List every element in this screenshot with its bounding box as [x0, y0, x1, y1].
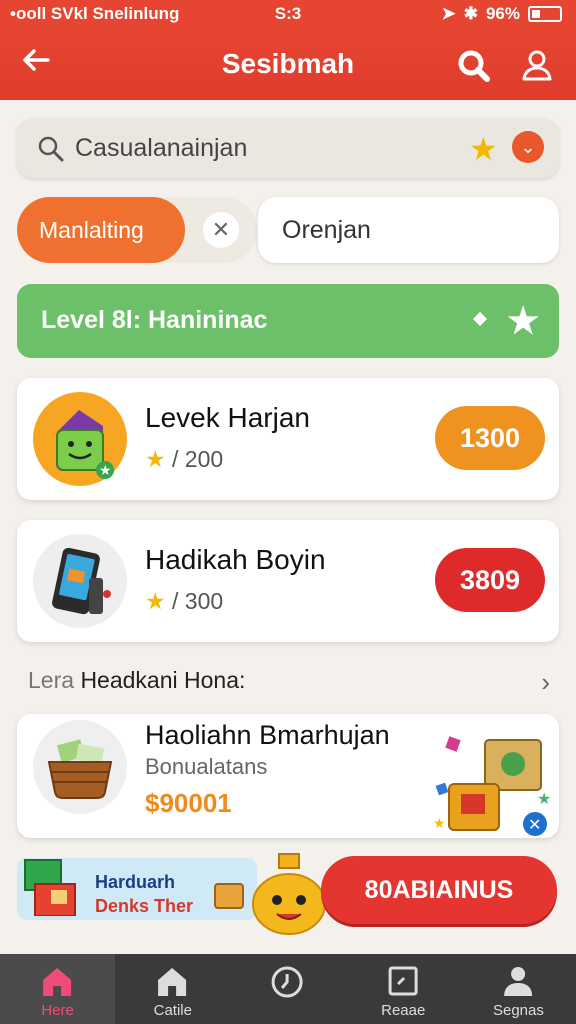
promo-line-1: Harduarh	[95, 872, 176, 892]
house-icon	[158, 968, 187, 996]
search-icon	[458, 50, 490, 82]
home-icon	[43, 968, 72, 996]
chevron-right-icon: ›	[541, 667, 550, 697]
bluetooth-icon: ✱	[463, 4, 478, 23]
section-title: Headkani Hona:	[80, 667, 246, 693]
avatar: ★	[33, 392, 127, 486]
nav-label: Here	[41, 1002, 74, 1019]
item-name: Levek Harjan	[145, 402, 310, 433]
list-item[interactable]: ★ Levek Harjan ★ / 200 1300	[17, 378, 559, 500]
search-bar[interactable]: Casualanainjan ★	[17, 118, 559, 178]
section-prefix: Lera	[28, 667, 75, 693]
status-icons: ➤ ✱ 96%	[441, 4, 562, 24]
battery-icon	[528, 6, 562, 22]
avatar	[33, 534, 127, 628]
status-bar: •ooll SVkl Snelinlung S:3 ➤ ✱ 96%	[0, 0, 576, 30]
rating-value: / 200	[172, 446, 224, 472]
price-button[interactable]: 3809	[435, 548, 545, 612]
app-bar: Sesibmah	[0, 30, 576, 100]
active-filter-label: Manlalting	[17, 197, 185, 263]
gift-subtitle: Bonualatans	[145, 754, 268, 779]
promo-line-2: Denks Ther	[95, 896, 194, 916]
svg-text:★: ★	[99, 462, 112, 478]
secondary-filter-chip[interactable]: Orenjan	[258, 197, 559, 263]
chevron-down-icon: ⌄	[520, 137, 536, 157]
basket-icon	[47, 739, 113, 799]
star-icon: ★	[145, 588, 166, 614]
close-icon[interactable]: ✕	[203, 212, 239, 248]
avatar	[33, 720, 127, 814]
star-icon: ★	[145, 446, 166, 472]
person-icon	[503, 967, 532, 996]
mascot-icon: ★	[56, 410, 114, 479]
profile-button[interactable]	[520, 48, 554, 87]
nav-label: Reaae	[381, 1002, 426, 1019]
list-item[interactable]: Hadikah Boyin ★ / 300 3809	[17, 520, 559, 642]
square-icon	[388, 966, 418, 996]
item-rating: ★ / 200	[145, 446, 223, 473]
promo-card[interactable]: Harduarh Denks Ther	[17, 858, 257, 920]
promo-button[interactable]: 80ABIAINUS	[321, 856, 557, 924]
svg-text:★: ★	[537, 791, 551, 808]
svg-text:★: ★	[433, 815, 446, 831]
sparkle-icon	[472, 311, 488, 327]
gift-price: $90001	[145, 788, 232, 818]
promo-banner[interactable]: Harduarh Denks Ther 80ABIAINUS	[17, 852, 559, 935]
gift-name: Haoliahn Bmarhujan	[145, 720, 390, 750]
search-input[interactable]: Casualanainjan	[75, 134, 247, 163]
clock-icon	[272, 966, 304, 998]
active-filter-chip[interactable]: Manlalting ✕	[17, 197, 257, 263]
svg-text:✕: ✕	[528, 817, 541, 834]
location-icon: ➤	[441, 4, 456, 23]
rating-value: / 300	[172, 588, 224, 614]
dropdown-button[interactable]: ⌄	[512, 131, 544, 163]
nav-label: Catile	[153, 1002, 192, 1019]
nav-item-segnas[interactable]: Segnas	[461, 954, 576, 1024]
star-icon: ★	[507, 300, 540, 341]
search-button[interactable]	[456, 48, 492, 89]
item-name: Hadikah Boyin	[145, 544, 326, 575]
filter-chips: Manlalting ✕ Orenjan	[17, 197, 559, 263]
user-icon	[522, 50, 552, 81]
level-banner[interactable]: Level 8l: Hanininac ★	[17, 284, 559, 358]
star-icon[interactable]: ★	[469, 130, 498, 168]
nav-item-home[interactable]: Here	[0, 954, 116, 1024]
search-icon	[37, 135, 65, 168]
nav-label: Segnas	[492, 1002, 544, 1019]
price-button[interactable]: 1300	[435, 406, 545, 470]
phone-icon	[52, 547, 111, 615]
gift-stack-icon	[24, 859, 76, 916]
gift-box-icon: ✕ ★ ★	[433, 736, 551, 836]
item-rating: ★ / 300	[145, 588, 223, 615]
level-banner-text: Level 8l: Hanininac	[41, 306, 268, 334]
nav-item-clock[interactable]	[230, 954, 345, 1024]
battery-percent: 96%	[485, 4, 520, 23]
nav-item-catile[interactable]: Catile	[115, 954, 230, 1024]
section-header[interactable]: Lera Headkani Hona: ›	[28, 667, 550, 699]
gift-card[interactable]: Haoliahn Bmarhujan Bonualatans $90001 ✕ …	[17, 714, 559, 838]
bottom-nav: Here Catile Reaae Segnas	[0, 954, 576, 1024]
nav-item-reaae[interactable]: Reaae	[346, 954, 461, 1024]
